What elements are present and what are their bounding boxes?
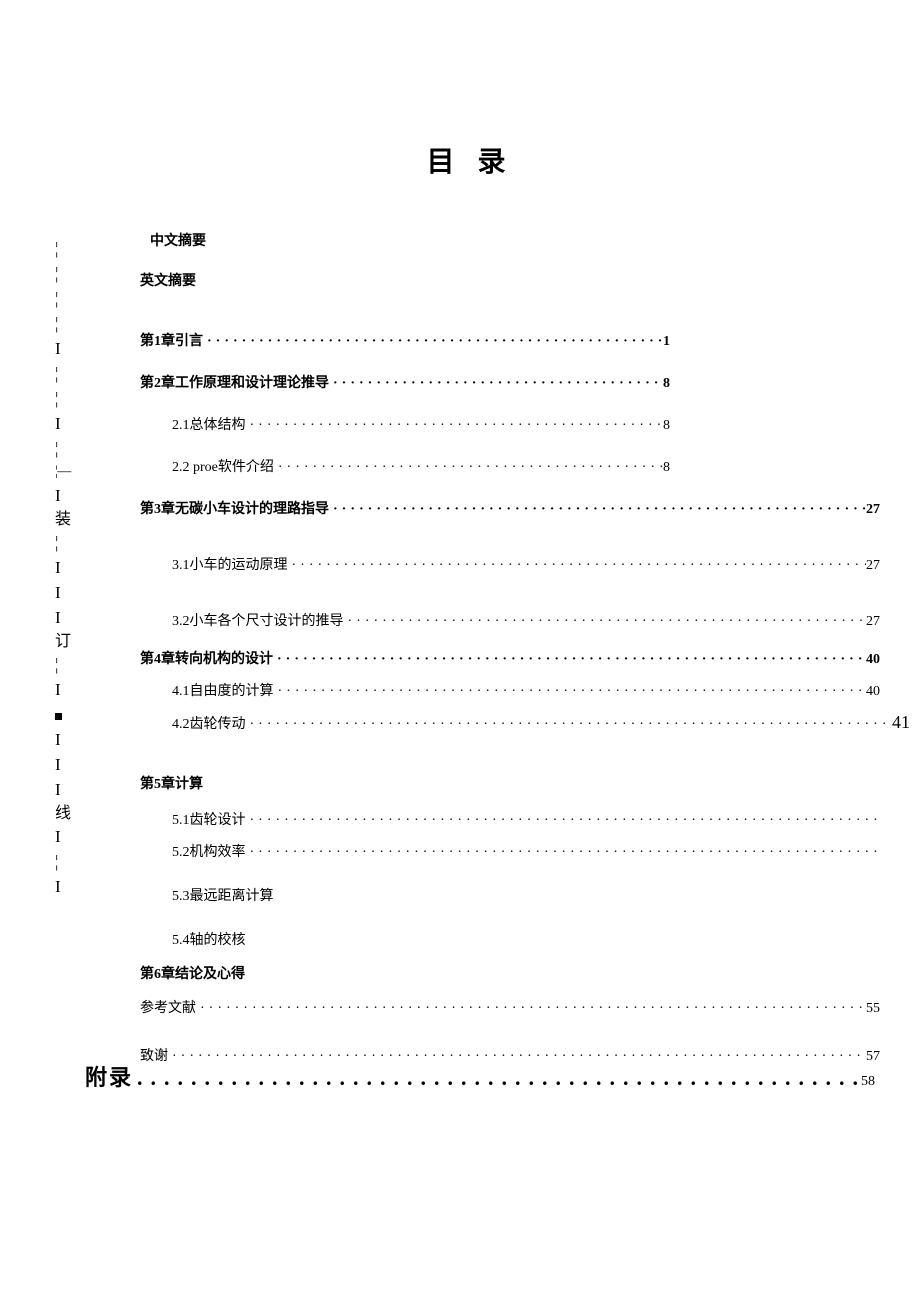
toc-ch3: 第3章无碳小车设计的理路指导 27 — [140, 498, 880, 518]
toc-label: 参考文献 — [140, 997, 196, 1017]
toc-label: 2.2 proe软件介绍 — [172, 456, 274, 476]
toc-label: 4.1自由度的计算 — [172, 680, 274, 700]
toc-ch4: 第4章转向机构的设计 40 — [140, 648, 880, 668]
toc-body: 中文摘要 英文摘要 第1章引言 1 第2章工作原理和设计理论推导 8 2.1总体… — [65, 230, 875, 1065]
toc-label: 第1章引言 — [140, 330, 203, 350]
toc-ch3-s1: 3.1小车的运动原理 27 — [140, 554, 880, 574]
toc-ch5-s4: 5.4轴的校核 — [140, 929, 875, 949]
dots-leader — [273, 652, 866, 668]
toc-ch5-s3: 5.3最远距离计算 — [140, 885, 875, 905]
dots-leader — [246, 717, 893, 733]
dots-leader — [274, 684, 867, 700]
toc-ch5: 第5章计算 — [140, 773, 875, 793]
toc-label: 3.1小车的运动原理 — [172, 554, 288, 574]
abstract-en: 英文摘要 — [140, 270, 875, 290]
toc-ch4-s2: 4.2齿轮传动 41 — [140, 712, 910, 733]
toc-label: 第2章工作原理和设计理论推导 — [140, 372, 329, 392]
toc-ch2: 第2章工作原理和设计理论推导 8 — [140, 372, 670, 392]
toc-appendix: 附录 58 — [85, 1060, 875, 1092]
toc-ch1: 第1章引言 1 — [140, 330, 670, 350]
toc-ch4-s1: 4.1自由度的计算 40 — [140, 680, 880, 700]
toc-page-num: 58 — [861, 1074, 875, 1090]
dots-leader — [246, 813, 881, 829]
dots-leader — [344, 614, 867, 630]
dots-leader — [274, 460, 663, 476]
toc-page-num: 1 — [663, 334, 670, 350]
toc-ch2-s2: 2.2 proe软件介绍 8 — [140, 456, 670, 476]
dots-leader — [246, 418, 664, 434]
toc-page-num: 27 — [866, 502, 880, 518]
toc-label: 第3章无碳小车设计的理路指导 — [140, 498, 329, 518]
dots-leader — [133, 1065, 861, 1091]
toc-page-num: 27 — [866, 614, 880, 630]
toc-label: 5.4轴的校核 — [172, 929, 246, 949]
toc-ch5-s2: 5.2机构效率 — [140, 841, 880, 861]
toc-label: 5.3最远距离计算 — [172, 885, 274, 905]
page-title: 目 录 — [65, 140, 875, 180]
dots-leader — [288, 558, 867, 574]
dots-leader — [203, 334, 663, 350]
toc-ch6: 第6章结论及心得 — [140, 963, 875, 983]
dots-leader — [329, 502, 866, 518]
toc-label: 5.1齿轮设计 — [172, 809, 246, 829]
toc-label: 4.2齿轮传动 — [172, 713, 246, 733]
toc-ch2-s1: 2.1总体结构 8 — [140, 414, 670, 434]
toc-page: 目 录 中文摘要 英文摘要 第1章引言 1 第2章工作原理和设计理论推导 8 2… — [0, 0, 920, 1065]
toc-ch5-s1: 5.1齿轮设计 — [140, 809, 880, 829]
dots-leader — [196, 1001, 866, 1017]
toc-page-num: 27 — [866, 558, 880, 574]
dots-leader — [329, 376, 663, 392]
abstract-cn: 中文摘要 — [140, 230, 875, 250]
toc-label: 5.2机构效率 — [172, 841, 246, 861]
dots-leader — [246, 845, 881, 861]
toc-label: 3.2小车各个尺寸设计的推导 — [172, 610, 344, 630]
toc-page-num: 8 — [663, 460, 670, 476]
toc-refs: 参考文献 55 — [140, 997, 880, 1017]
toc-page-num: 40 — [866, 652, 880, 668]
toc-page-num: 8 — [663, 376, 670, 392]
toc-page-num: 55 — [866, 1001, 880, 1017]
toc-ch3-s2: 3.2小车各个尺寸设计的推导 27 — [140, 610, 880, 630]
toc-label: 附录 — [85, 1060, 133, 1092]
toc-page-num: 40 — [866, 684, 880, 700]
toc-page-num: 41 — [892, 712, 910, 733]
toc-label: 2.1总体结构 — [172, 414, 246, 434]
toc-page-num: 8 — [663, 418, 670, 434]
toc-label: 第4章转向机构的设计 — [140, 648, 273, 668]
